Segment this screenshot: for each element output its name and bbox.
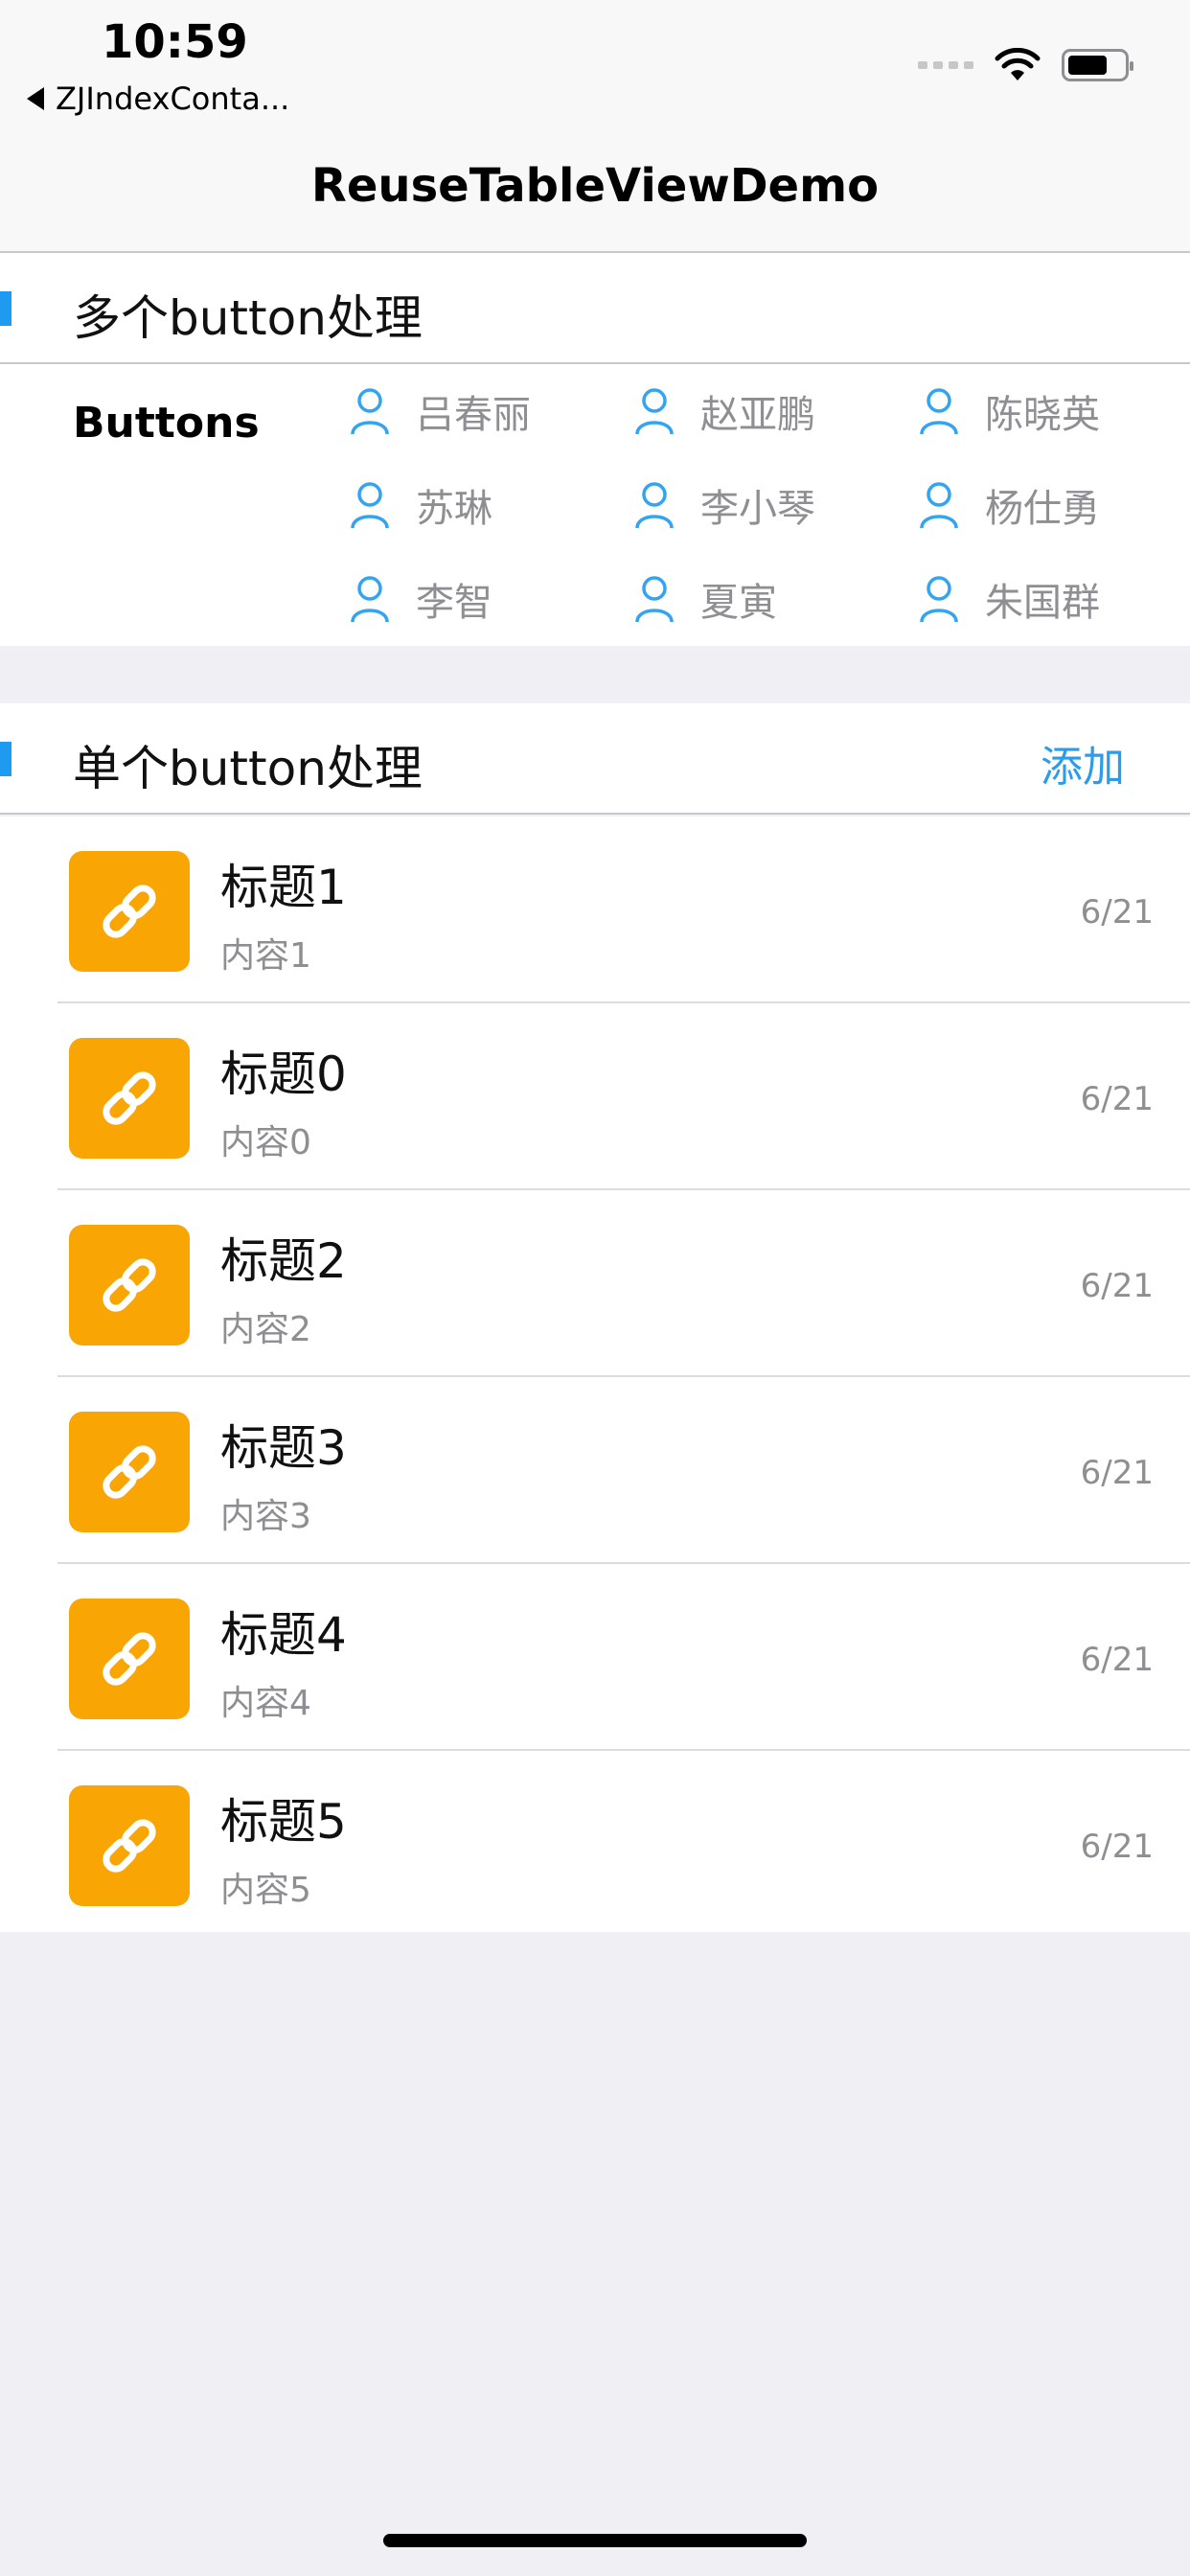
person-icon — [920, 388, 958, 435]
list-item[interactable]: 标题4 内容4 6/21 — [0, 1564, 1190, 1751]
person-icon — [635, 576, 674, 623]
item-title: 标题4 — [220, 1607, 347, 1663]
item-title: 标题0 — [220, 1046, 347, 1102]
link-icon — [103, 885, 156, 938]
back-triangle-icon — [27, 87, 44, 110]
back-app-label: ZJIndexConta... — [56, 80, 290, 117]
item-subtitle: 内容3 — [220, 1497, 311, 1536]
item-thumbnail — [69, 1225, 190, 1346]
item-title: 标题2 — [220, 1233, 347, 1289]
add-button[interactable]: 添加 — [1041, 732, 1125, 794]
divider — [0, 813, 1190, 815]
person-button[interactable]: 杨仕勇 — [918, 477, 1100, 533]
person-button[interactable]: 苏琳 — [349, 477, 492, 533]
item-subtitle: 内容1 — [220, 936, 311, 976]
link-icon — [103, 1632, 156, 1686]
item-thumbnail — [69, 851, 190, 972]
person-name: 李智 — [416, 581, 492, 625]
list-item[interactable]: 标题0 内容0 6/21 — [0, 1003, 1190, 1190]
section-accent-bar — [0, 742, 11, 776]
person-name: 李小琴 — [700, 487, 815, 531]
person-name: 苏琳 — [416, 487, 492, 531]
person-icon — [635, 388, 674, 435]
item-date: 6/21 — [1080, 1454, 1154, 1492]
item-date: 6/21 — [1080, 893, 1154, 932]
item-thumbnail — [69, 1412, 190, 1532]
buttons-label: Buttons — [73, 399, 260, 448]
section-header-multi-button: 多个button处理 — [0, 253, 1190, 362]
back-to-app-button[interactable]: ZJIndexConta... — [27, 80, 289, 117]
section-header-single-button: 单个button处理 添加 — [0, 703, 1190, 815]
person-name: 朱国群 — [985, 581, 1100, 625]
item-subtitle: 内容4 — [220, 1684, 311, 1723]
section-title: 单个button处理 — [73, 741, 423, 796]
item-date: 6/21 — [1080, 1267, 1154, 1305]
item-thumbnail — [69, 1038, 190, 1159]
person-icon — [635, 482, 674, 529]
person-icon — [351, 576, 389, 623]
person-button[interactable]: 朱国群 — [918, 571, 1100, 627]
item-subtitle: 内容2 — [220, 1310, 311, 1349]
item-title: 标题3 — [220, 1420, 347, 1476]
item-thumbnail — [69, 1785, 190, 1906]
list-item[interactable]: 标题5 内容5 6/21 — [0, 1751, 1190, 1938]
person-name: 杨仕勇 — [985, 487, 1100, 531]
item-date: 6/21 — [1080, 1641, 1154, 1679]
person-button[interactable]: 陈晓英 — [918, 383, 1100, 439]
section-title: 多个button处理 — [73, 290, 423, 346]
person-button[interactable]: 吕春丽 — [349, 383, 531, 439]
buttons-panel: Buttons 吕春丽 赵亚鹏 陈晓英 苏琳 李小琴 杨仕勇 李智 夏寅 朱国群 — [0, 364, 1190, 646]
status-indicators — [918, 48, 1133, 82]
item-title: 标题1 — [220, 860, 347, 915]
link-icon — [103, 1071, 156, 1125]
list-item[interactable]: 标题2 内容2 6/21 — [0, 1190, 1190, 1377]
home-indicator[interactable] — [383, 2534, 807, 2547]
person-name: 赵亚鹏 — [700, 393, 815, 437]
status-time: 10:59 — [102, 15, 248, 69]
section-accent-bar — [0, 291, 11, 326]
navigation-bar: ReuseTableViewDemo — [0, 134, 1190, 253]
item-title: 标题5 — [220, 1794, 347, 1850]
person-button[interactable]: 李智 — [349, 571, 492, 627]
person-button[interactable]: 夏寅 — [633, 571, 777, 627]
person-button[interactable]: 赵亚鹏 — [633, 383, 815, 439]
status-bar: 10:59 ZJIndexConta... — [0, 0, 1190, 134]
list-item[interactable]: 标题1 内容1 6/21 — [0, 816, 1190, 1003]
item-thumbnail — [69, 1598, 190, 1719]
person-button[interactable]: 李小琴 — [633, 477, 815, 533]
item-list: 标题1 内容1 6/21 标题0 内容0 6/21 标题2 内容2 6/21 标… — [0, 816, 1190, 1932]
item-subtitle: 内容0 — [220, 1123, 311, 1162]
item-date: 6/21 — [1080, 1828, 1154, 1866]
list-item[interactable]: 标题3 内容3 6/21 — [0, 1377, 1190, 1564]
link-icon — [103, 1258, 156, 1312]
person-icon — [920, 576, 958, 623]
person-name: 夏寅 — [700, 581, 777, 625]
person-name: 吕春丽 — [416, 393, 531, 437]
page-title: ReuseTableViewDemo — [310, 159, 880, 213]
link-icon — [103, 1445, 156, 1499]
wifi-icon — [995, 48, 1041, 80]
item-subtitle: 内容5 — [220, 1871, 311, 1910]
person-name: 陈晓英 — [985, 393, 1100, 437]
person-icon — [351, 482, 389, 529]
link-icon — [103, 1819, 156, 1873]
person-icon — [351, 388, 389, 435]
signal-icon — [918, 61, 973, 69]
battery-icon — [1062, 49, 1133, 81]
person-icon — [920, 482, 958, 529]
item-date: 6/21 — [1080, 1080, 1154, 1118]
